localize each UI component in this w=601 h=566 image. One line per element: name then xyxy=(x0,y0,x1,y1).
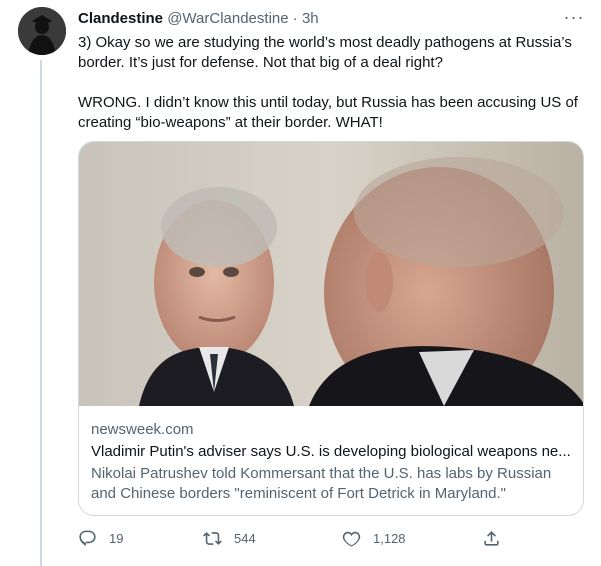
retweet-button[interactable]: 544 xyxy=(203,527,256,549)
retweet-icon xyxy=(203,529,222,548)
avatar[interactable] xyxy=(18,7,66,55)
reply-button[interactable]: 19 xyxy=(78,527,123,549)
card-title: Vladimir Putin's adviser says U.S. is de… xyxy=(91,443,571,460)
card-text: newsweek.com Vladimir Putin's adviser sa… xyxy=(91,420,573,504)
tweet[interactable]: Clandestine @WarClandestine · 3h ··· 3) … xyxy=(0,0,601,566)
share-icon xyxy=(482,529,501,548)
user-handle[interactable]: @WarClandestine xyxy=(167,10,288,27)
reply-count: 19 xyxy=(109,530,124,546)
tweet-text: 3) Okay so we are studying the world’s m… xyxy=(78,34,578,131)
link-card[interactable]: newsweek.com Vladimir Putin's adviser sa… xyxy=(78,141,584,516)
thread-line xyxy=(40,60,42,566)
reply-icon xyxy=(78,529,97,548)
tweet-actions: 19 544 1,128 xyxy=(78,527,518,549)
retweet-count: 544 xyxy=(234,530,256,546)
timestamp[interactable]: 3h xyxy=(302,10,319,27)
card-domain: newsweek.com xyxy=(91,421,194,438)
card-description: Nikolai Patrushev told Kommersant that t… xyxy=(91,465,552,502)
like-button[interactable]: 1,128 xyxy=(342,527,406,549)
separator-dot: · xyxy=(292,10,298,27)
like-count: 1,128 xyxy=(373,530,406,546)
card-image xyxy=(79,142,583,406)
heart-icon xyxy=(342,529,361,548)
tweet-header: Clandestine @WarClandestine · 3h xyxy=(78,9,319,29)
display-name[interactable]: Clandestine xyxy=(78,10,163,27)
more-options-icon[interactable]: ··· xyxy=(561,6,587,28)
share-button[interactable] xyxy=(482,527,501,549)
